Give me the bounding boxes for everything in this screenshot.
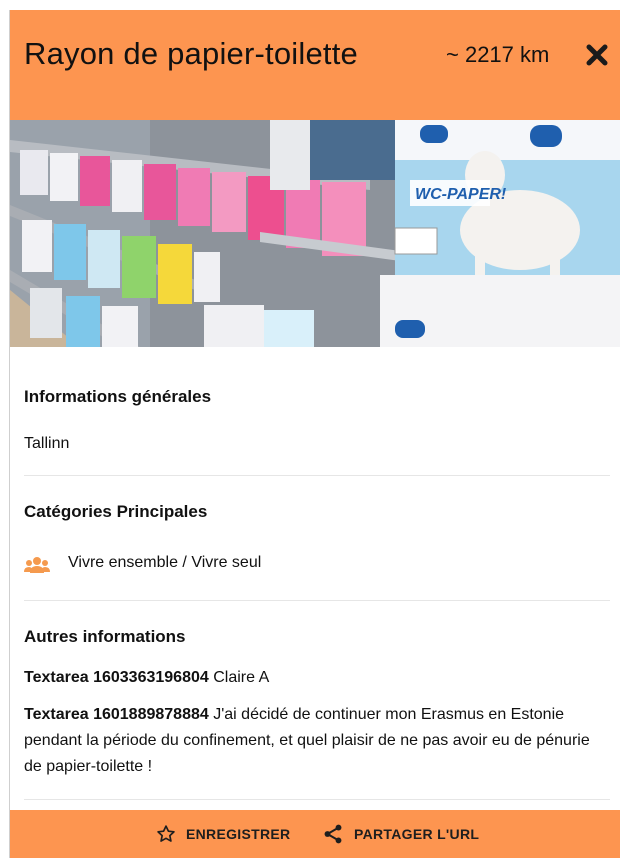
close-button[interactable] — [584, 42, 610, 68]
entry-value: Claire A — [213, 669, 270, 686]
entry-key: Textarea 1603363196804 — [24, 669, 209, 686]
divider — [24, 600, 610, 601]
users-icon — [24, 557, 50, 573]
share-url-button[interactable]: PARTAGER L'URL — [322, 810, 479, 858]
info-entry: Textarea 1603363196804 Claire A — [24, 665, 604, 691]
location-photo: WC-PAPER! — [10, 120, 620, 347]
location-name: Tallinn — [24, 435, 70, 452]
star-icon — [157, 825, 175, 842]
divider — [24, 475, 610, 476]
section-title-general: Informations générales — [24, 387, 212, 406]
save-label: ENREGISTRER — [186, 826, 291, 842]
divider — [24, 799, 610, 800]
panel-header: Rayon de papier-toilette ~ 2217 km — [10, 10, 620, 120]
page-title: Rayon de papier-toilette — [24, 36, 358, 71]
share-label: PARTAGER L'URL — [354, 826, 480, 842]
section-title-categories: Catégories Principales — [24, 502, 208, 521]
distance-label: ~ 2217 km — [446, 42, 550, 67]
info-entry: Textarea 1601889878884 J'ai décidé de co… — [24, 702, 604, 780]
save-button[interactable]: ENREGISTRER — [156, 810, 290, 858]
action-bar: ENREGISTRER PARTAGER L'URL — [10, 810, 620, 858]
entry-key: Textarea 1601889878884 — [24, 706, 209, 723]
category-label: Vivre ensemble / Vivre seul — [68, 554, 262, 571]
close-icon — [586, 44, 608, 66]
photo-brand-label: WC-PAPER! — [415, 186, 507, 203]
share-icon — [324, 824, 342, 844]
detail-panel: Rayon de papier-toilette ~ 2217 km WC-PA… — [10, 10, 620, 858]
section-title-other: Autres informations — [24, 627, 186, 646]
